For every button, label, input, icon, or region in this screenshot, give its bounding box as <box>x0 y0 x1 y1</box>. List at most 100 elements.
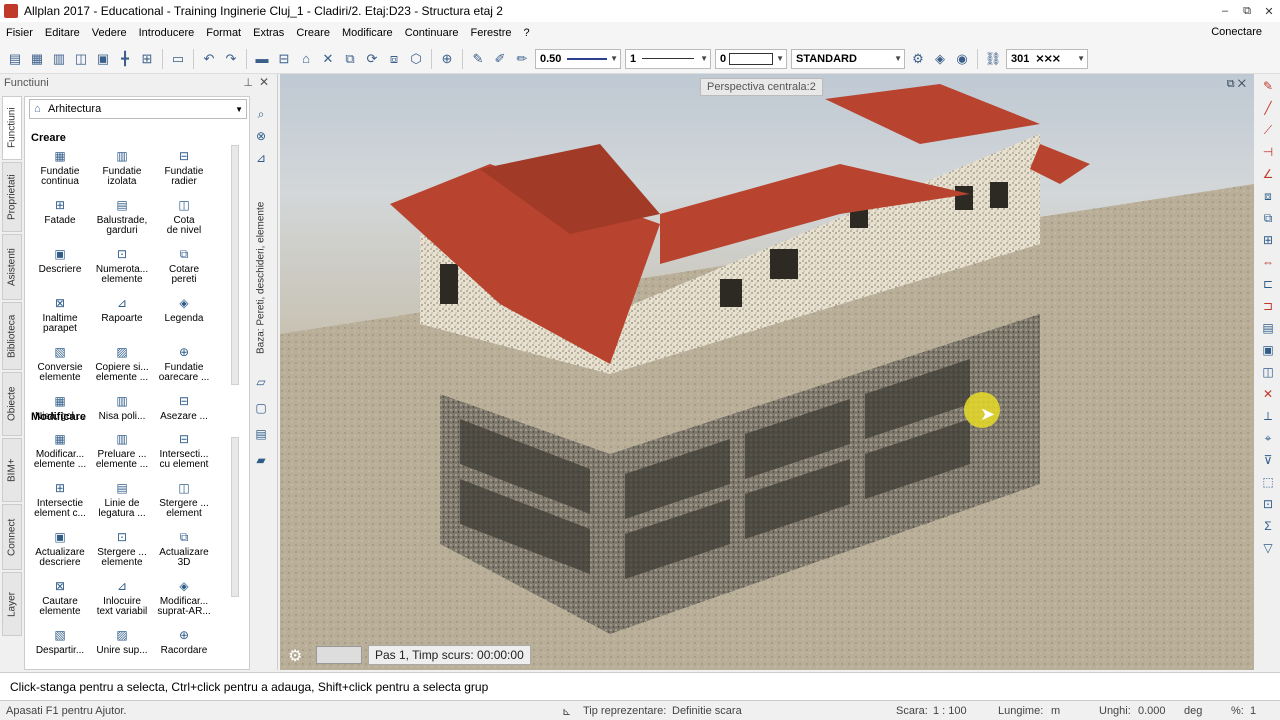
sum-icon[interactable]: Σ <box>1258 516 1278 536</box>
print-preview-icon[interactable]: ▭ <box>168 49 188 69</box>
grid-snap-icon[interactable]: ⊡ <box>1258 494 1278 514</box>
tool-item[interactable]: ⊿ Inlocuire text variabil <box>91 574 153 623</box>
cube-icon[interactable]: ⬡ <box>406 49 426 69</box>
tool-item[interactable]: ⊞ Fatade <box>29 193 91 242</box>
tab-obiecte[interactable]: Obiecte <box>2 372 22 436</box>
stretch-icon[interactable]: ⇔ <box>1258 252 1278 272</box>
tool-item[interactable]: ⊕ Fundatie oarecare ... <box>153 340 215 389</box>
tool-item[interactable]: ▥ Fundatie izolata <box>91 144 153 193</box>
copy-icon[interactable]: ⧉ <box>340 49 360 69</box>
undo-icon[interactable]: ↶ <box>199 49 219 69</box>
layer-select[interactable]: STANDARD ▼ <box>791 48 905 69</box>
tab-asistenti[interactable]: Asistenti <box>2 234 22 300</box>
layer-visibility-icon[interactable]: ◈ <box>930 49 950 69</box>
tool-item[interactable]: ⊞ Intersectie element c... <box>29 476 91 525</box>
restore-view-icon[interactable]: ⧉ <box>1227 78 1235 90</box>
tab-proprietati[interactable]: Proprietati <box>2 162 22 232</box>
scale-value[interactable]: 1 : 100 <box>933 705 967 717</box>
window-element-icon[interactable]: ⊟ <box>274 49 294 69</box>
layer-settings-icon[interactable]: ⚙ <box>908 49 928 69</box>
tool-item[interactable]: ⧉ Actualizare 3D <box>153 525 215 574</box>
copy-tool-icon[interactable]: ⧉ <box>1258 208 1278 228</box>
offset-icon[interactable]: ⊏ <box>1258 274 1278 294</box>
tool-item[interactable]: ▣ Actualizare descriere <box>29 525 91 574</box>
redo-icon[interactable]: ↷ <box>221 49 241 69</box>
polyline-icon[interactable]: ⟋ <box>1258 120 1278 140</box>
tool-item[interactable]: ▦ Fundatie continua <box>29 144 91 193</box>
structure-icon[interactable]: ╋ <box>115 49 135 69</box>
tab-functiuni[interactable]: Functiuni <box>2 96 22 160</box>
menu-modificare[interactable]: Modificare <box>336 27 399 39</box>
angle-icon[interactable]: ∠ <box>1258 164 1278 184</box>
pen-icon[interactable]: ✎ <box>468 49 488 69</box>
angle-value[interactable]: 0.000 <box>1138 705 1166 717</box>
palette-config-icon[interactable]: ⊗ <box>251 126 271 146</box>
maximize-button[interactable]: ⧉ <box>1236 0 1258 22</box>
tool-item[interactable]: ◫ Cota de nivel <box>153 193 215 242</box>
save-icon[interactable]: ▣ <box>93 49 113 69</box>
mirror-icon[interactable]: ⧈ <box>384 49 404 69</box>
floor-icon[interactable]: ▤ <box>251 424 271 444</box>
tool-item[interactable]: ▥ Preluare ... elemente ... <box>91 427 153 476</box>
render-settings-icon[interactable]: ⚙ <box>288 646 302 666</box>
layer-tool-icon[interactable]: ▤ <box>1258 318 1278 338</box>
array-icon[interactable]: ⊞ <box>1258 230 1278 250</box>
hatch-icon[interactable]: ⛓ <box>983 49 1003 69</box>
tool-item[interactable]: ◈ Modificar... suprat-AR... <box>153 574 215 623</box>
menu-help[interactable]: ? <box>517 27 535 39</box>
stair-icon[interactable]: ⌂ <box>296 49 316 69</box>
line-tool-icon[interactable]: ╱ <box>1258 98 1278 118</box>
tool-item[interactable]: ▤ Linie de legatura ... <box>91 476 153 525</box>
mirror-tool-icon[interactable]: ⧈ <box>1258 186 1278 206</box>
percent-value[interactable]: 1 <box>1250 705 1256 717</box>
group-icon[interactable]: ▣ <box>1258 340 1278 360</box>
delete-tool-icon[interactable]: ✕ <box>1258 384 1278 404</box>
tab-layer[interactable]: Layer <box>2 572 22 636</box>
delete-icon[interactable]: ✕ <box>318 49 338 69</box>
hatch-select[interactable]: 301 ⨯⨯⨯ ▼ <box>1006 48 1088 69</box>
funnel-icon[interactable]: ▽ <box>1258 538 1278 558</box>
line-style-icon[interactable]: ✐ <box>490 49 510 69</box>
length-value[interactable]: m <box>1051 705 1060 717</box>
tool-item[interactable]: ⊠ Inaltime parapet <box>29 291 91 340</box>
block-icon[interactable]: ◫ <box>1258 362 1278 382</box>
connect-link[interactable]: Conectare <box>1211 26 1262 38</box>
layers-icon[interactable]: ▥ <box>49 49 69 69</box>
menu-introducere[interactable]: Introducere <box>133 27 201 39</box>
menu-creare[interactable]: Creare <box>290 27 336 39</box>
tool-item[interactable]: ⧉ Cotare pereti <box>153 242 215 291</box>
dimension-icon[interactable]: ⊣ <box>1258 142 1278 162</box>
create-scrollbar[interactable] <box>231 145 239 385</box>
menu-format[interactable]: Format <box>200 27 247 39</box>
minimize-button[interactable]: – <box>1214 0 1236 22</box>
tool-item[interactable]: ⊠ Cautare elemente <box>29 574 91 623</box>
tab-connect[interactable]: Connect <box>2 504 22 570</box>
menu-ferestre[interactable]: Ferestre <box>465 27 518 39</box>
tool-item[interactable]: ▨ Unire sup... <box>91 623 153 672</box>
tool-item[interactable]: ▧ Conversie elemente <box>29 340 91 389</box>
open-project-icon[interactable]: ◫ <box>71 49 91 69</box>
roof-icon[interactable]: ▰ <box>251 450 271 470</box>
close-view-icon[interactable]: ✕ <box>1238 78 1246 90</box>
measure-icon[interactable]: ⟂ <box>1258 406 1278 426</box>
color-select[interactable]: 0 ▼ <box>715 48 787 69</box>
side-tab-pereti[interactable]: Baza: Pereti, deschideri, elemente <box>252 190 270 366</box>
door-icon[interactable]: ▢ <box>251 398 271 418</box>
representation-value[interactable]: Definitie scara <box>672 705 742 717</box>
grid-icon[interactable]: ▦ <box>27 49 47 69</box>
tool-item[interactable]: ⊕ Racordare <box>153 623 215 672</box>
menu-continuare[interactable]: Continuare <box>399 27 465 39</box>
tool-item[interactable]: ⊟ Fundatie radier <box>153 144 215 193</box>
tool-item[interactable]: ◫ Stergere ... element <box>153 476 215 525</box>
new-file-icon[interactable]: ▤ <box>5 49 25 69</box>
search-icon[interactable]: ⌕ <box>251 104 271 124</box>
stair-tool-icon[interactable]: ⊿ <box>251 148 271 168</box>
perspective-viewport[interactable]: Perspectiva centrala:2 ⧉ ✕ ➤ ⚙ Pas 1, Ti… <box>280 74 1254 670</box>
tab-bim-plus[interactable]: BIM+ <box>2 438 22 502</box>
snap-icon[interactable]: ⌖ <box>1258 428 1278 448</box>
tool-item[interactable]: ▦ Modificar... elemente ... <box>29 427 91 476</box>
tool-item[interactable]: ⊟ Intersecti... cu element <box>153 427 215 476</box>
tool-item[interactable]: ▣ Descriere <box>29 242 91 291</box>
tool-item[interactable]: ▧ Despartir... <box>29 623 91 672</box>
filter-icon[interactable]: ⊽ <box>1258 450 1278 470</box>
